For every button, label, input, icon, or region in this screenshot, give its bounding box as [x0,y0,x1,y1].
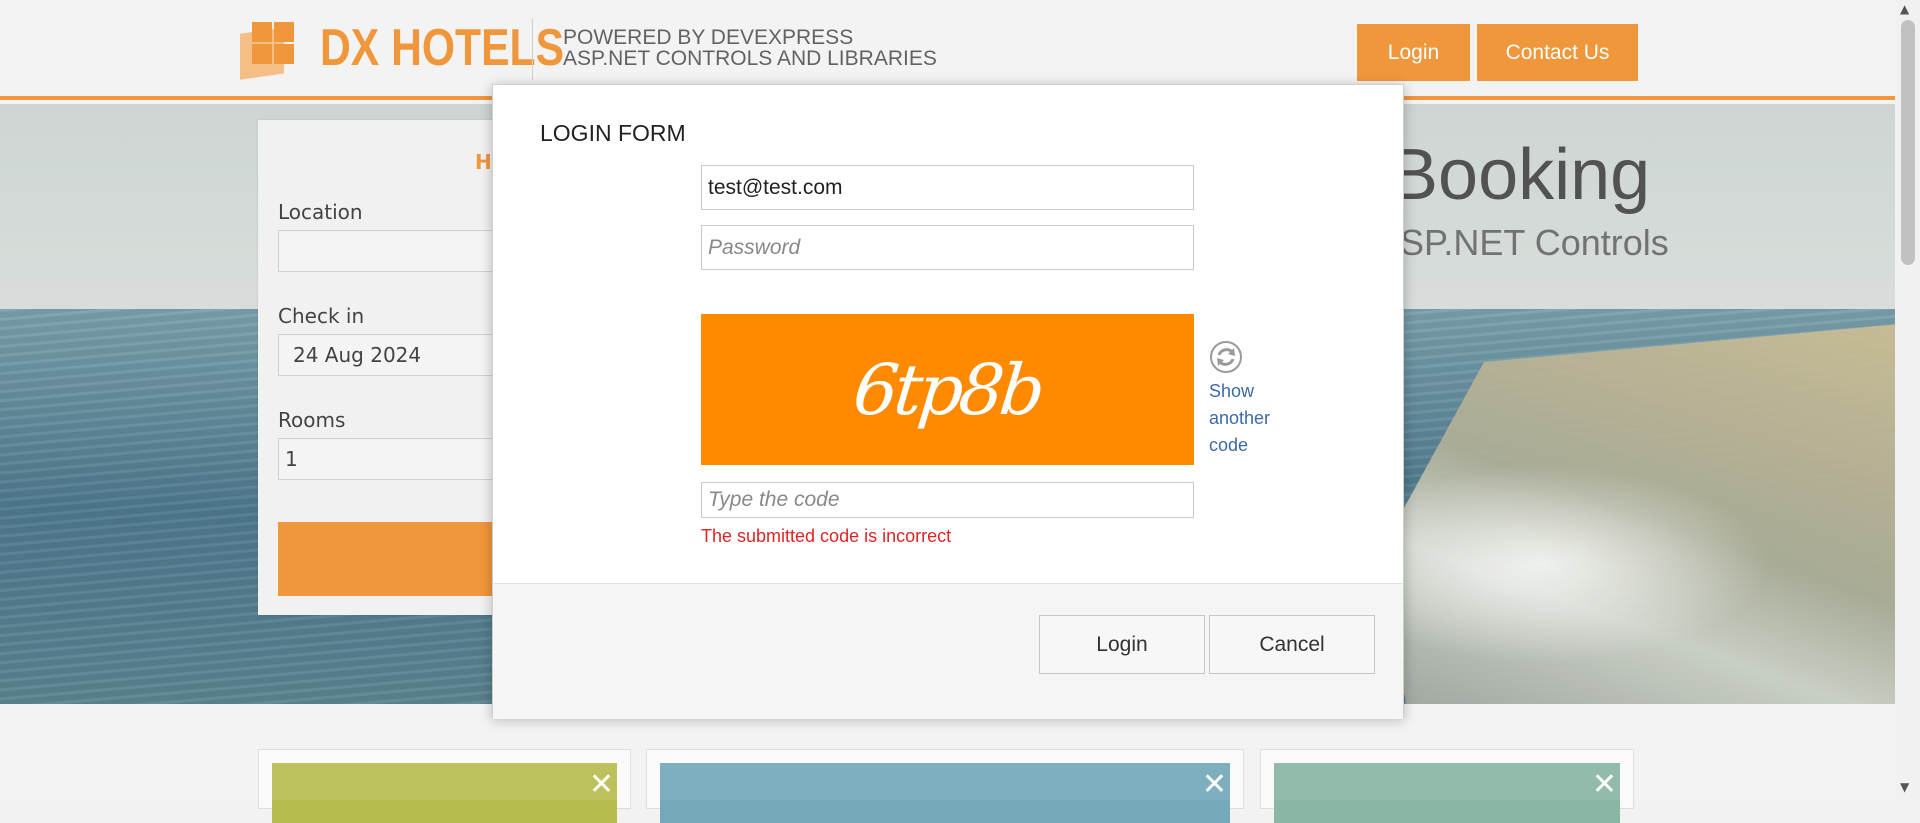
scroll-up-icon[interactable]: ▲ [1900,2,1909,16]
captcha-text: 6tp8b [849,348,1046,431]
password-field[interactable] [701,225,1194,270]
captcha-code-input[interactable] [701,482,1194,518]
cancel-button[interactable]: Cancel [1209,615,1375,674]
login-button[interactable]: Login [1039,615,1205,674]
login-form-title: LOGIN FORM [540,120,686,146]
scrollbar-thumb[interactable] [1901,20,1915,265]
refresh-icon[interactable] [1209,340,1243,374]
email-field[interactable] [701,165,1194,210]
captcha-error-message: The submitted code is incorrect [701,526,952,546]
show-another-code-link[interactable]: Show another code [1209,378,1289,459]
login-form-dialog: LOGIN FORM 6tp8b Show another code The s… [492,84,1404,719]
scroll-down-icon[interactable]: ▼ [1900,780,1909,794]
captcha-image: 6tp8b [701,314,1194,465]
